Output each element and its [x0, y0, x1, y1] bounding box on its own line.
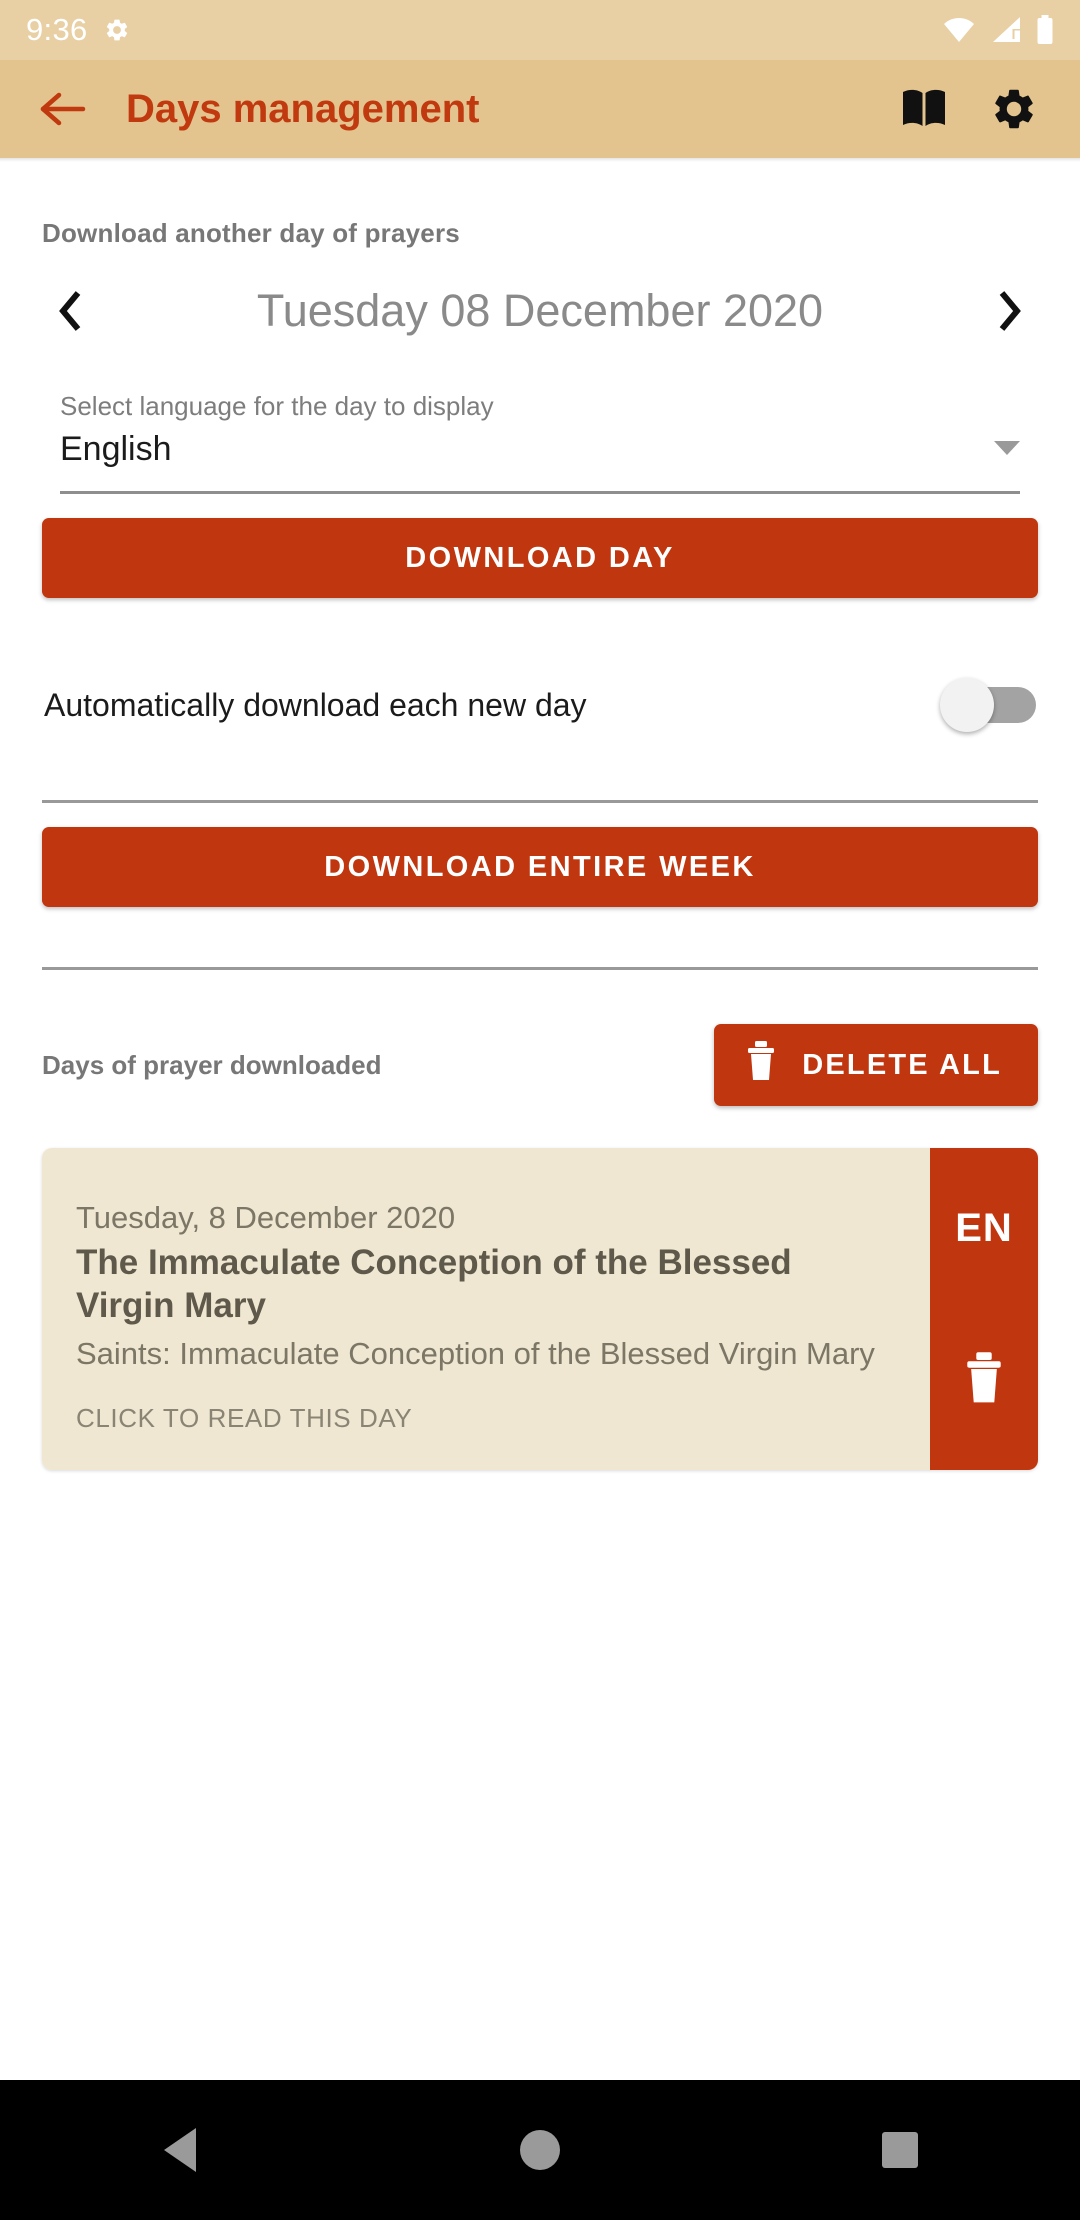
caret-down-icon[interactable] [994, 441, 1020, 455]
nav-recents-icon[interactable] [840, 2090, 960, 2210]
selected-date[interactable]: Tuesday 08 December 2020 [94, 285, 986, 337]
download-day-button[interactable]: DOWNLOAD DAY [42, 518, 1038, 598]
back-arrow-icon[interactable] [28, 74, 98, 144]
book-icon[interactable] [896, 81, 952, 137]
app-bar: Days management [0, 60, 1080, 158]
app-screen: 9:36 Days management Download another da… [0, 0, 1080, 2220]
system-navigation-bar [0, 2080, 1080, 2220]
page-title: Days management [126, 86, 480, 131]
cell-signal-icon [990, 15, 1022, 45]
status-bar: 9:36 [0, 0, 1080, 60]
main-content: Download another day of prayers Tuesday … [0, 218, 1080, 1470]
divider-above-week-button [42, 800, 1038, 803]
gear-icon[interactable] [986, 81, 1042, 137]
language-select-underline [60, 491, 1020, 494]
day-card[interactable]: Tuesday, 8 December 2020 The Immaculate … [42, 1148, 1038, 1470]
auto-download-label: Automatically download each new day [44, 686, 587, 723]
app-bar-shadow [0, 158, 1080, 162]
chevron-right-icon[interactable] [986, 283, 1032, 339]
battery-icon [1036, 15, 1054, 45]
day-card-date: Tuesday, 8 December 2020 [76, 1200, 456, 1235]
nav-home-icon[interactable] [480, 2090, 600, 2210]
downloaded-section-label: Days of prayer downloaded [42, 1049, 382, 1080]
date-selector: Tuesday 08 December 2020 [42, 283, 1038, 339]
downloaded-section-header: Days of prayer downloaded DELETE ALL [42, 1024, 1038, 1106]
auto-download-toggle[interactable] [940, 678, 1036, 732]
day-card-side-panel: EN [930, 1148, 1038, 1470]
download-section-label: Download another day of prayers [42, 218, 460, 248]
language-select[interactable]: Select language for the day to display E… [42, 391, 1038, 494]
language-select-value: English [60, 430, 172, 468]
download-entire-week-button[interactable]: DOWNLOAD ENTIRE WEEK [42, 827, 1038, 907]
status-time: 9:36 [26, 12, 88, 47]
wifi-icon [942, 15, 976, 45]
settings-gear-icon [104, 17, 130, 43]
divider-below-week-button [42, 967, 1038, 970]
language-select-value-row: English [60, 430, 1020, 469]
delete-all-label: DELETE ALL [802, 1048, 1002, 1081]
auto-download-row: Automatically download each new day [42, 670, 1038, 740]
day-card-language-badge: EN [955, 1206, 1013, 1250]
delete-all-button[interactable]: DELETE ALL [714, 1024, 1038, 1106]
day-card-title: The Immaculate Conception of the Blessed… [76, 1243, 792, 1325]
language-select-label: Select language for the day to display [60, 391, 494, 421]
chevron-left-icon[interactable] [48, 283, 94, 339]
day-card-cta: CLICK TO READ THIS DAY [76, 1402, 413, 1433]
day-card-delete-icon[interactable] [961, 1351, 1007, 1410]
day-card-body[interactable]: Tuesday, 8 December 2020 The Immaculate … [42, 1148, 930, 1470]
day-card-saints: Saints: Immaculate Conception of the Ble… [76, 1336, 875, 1372]
trash-icon [744, 1040, 778, 1090]
status-bar-right [942, 15, 1054, 45]
nav-back-icon[interactable] [120, 2090, 240, 2210]
status-bar-left: 9:36 [26, 12, 130, 48]
app-bar-actions [896, 81, 1052, 137]
toggle-knob [940, 678, 994, 732]
